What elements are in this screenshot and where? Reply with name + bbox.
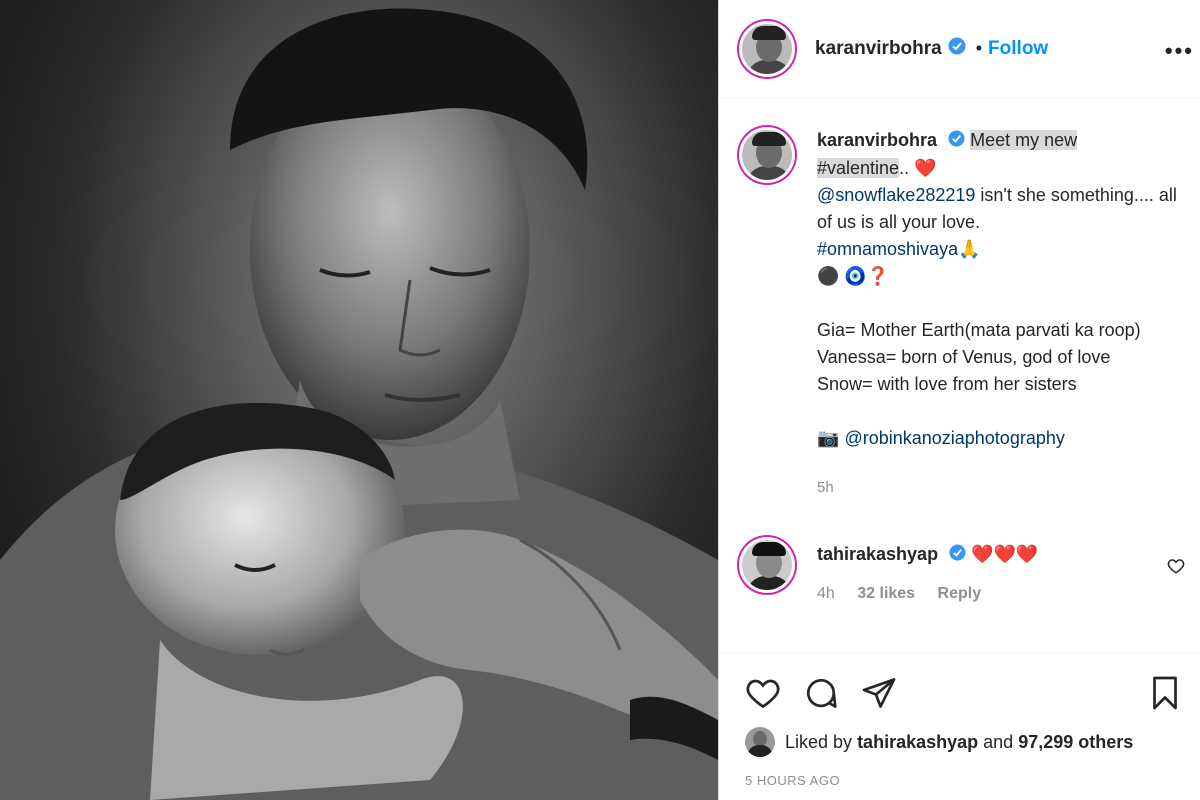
- liked-by-user[interactable]: tahirakashyap: [857, 732, 978, 753]
- comment-text: ❤️❤️❤️: [971, 543, 1039, 564]
- commenter-username[interactable]: tahirakashyap: [817, 544, 938, 564]
- photo-credit-link[interactable]: @robinkanoziaphotography: [844, 428, 1064, 448]
- emoji-row: ⚫ 🧿❓: [817, 265, 890, 286]
- mention-link[interactable]: @snowflake282219: [817, 185, 975, 205]
- caption-highlight: Meet my new: [970, 130, 1078, 150]
- comment-meta: 4h 32 likes Reply: [817, 585, 1181, 603]
- liked-by-count[interactable]: 97,299 others: [1018, 732, 1133, 753]
- post-header: karanvirbohra • Follow •••: [719, 0, 1200, 98]
- verified-icon: [948, 37, 966, 60]
- comment-like-icon[interactable]: [1167, 557, 1185, 580]
- liked-by: Liked by tahirakashyap and 97,299 others: [745, 727, 1133, 757]
- instagram-post-view: karanvirbohra • Follow ••• karanvirbohra…: [0, 0, 1200, 800]
- camera-emoji: 📷: [817, 427, 840, 448]
- more-icon[interactable]: •••: [1165, 38, 1194, 64]
- liked-by-prefix: Liked by: [785, 731, 853, 752]
- share-icon[interactable]: [861, 675, 897, 716]
- separator-dot: •: [975, 38, 983, 58]
- post-photo[interactable]: [0, 0, 718, 800]
- caption-time[interactable]: 5h: [817, 474, 1177, 501]
- heart-icon[interactable]: [745, 675, 781, 716]
- bookmark-icon[interactable]: [1147, 675, 1183, 716]
- action-icons: [745, 675, 897, 716]
- verified-icon: [949, 542, 966, 569]
- post-sidebar: karanvirbohra • Follow ••• karanvirbohra…: [718, 0, 1200, 800]
- comment-item: tahirakashyap ❤️❤️❤️ 4h 32 likes Reply: [719, 501, 1200, 603]
- follow-button[interactable]: Follow: [988, 38, 1048, 60]
- liked-by-and: and: [983, 731, 1014, 752]
- author-avatar[interactable]: [739, 20, 795, 77]
- reply-button[interactable]: Reply: [938, 585, 982, 602]
- comment-likes[interactable]: 32 likes: [857, 585, 915, 602]
- comments-area[interactable]: karanvirbohra Meet my new #valentine.. ❤…: [719, 99, 1200, 652]
- author-username[interactable]: karanvirbohra: [815, 38, 942, 60]
- comment-icon[interactable]: [803, 675, 839, 716]
- liker-avatar[interactable]: [745, 727, 775, 757]
- caption-text: karanvirbohra Meet my new #valentine.. ❤…: [817, 127, 1177, 501]
- caption-vanessa: Vanessa= born of Venus, god of love: [817, 346, 1111, 367]
- caption: karanvirbohra Meet my new #valentine.. ❤…: [719, 99, 1200, 501]
- verified-icon: [948, 128, 965, 155]
- hashtag-link[interactable]: #omnamoshivaya: [817, 239, 958, 259]
- caption-username[interactable]: karanvirbohra: [817, 130, 937, 150]
- caption-snow: Snow= with love from her sisters: [817, 373, 1077, 394]
- caption-gia: Gia= Mother Earth(mata parvati ka roop): [817, 319, 1141, 340]
- pray-emoji: 🙏: [958, 238, 981, 259]
- post-actions: Liked by tahirakashyap and 97,299 others…: [719, 652, 1200, 800]
- post-timestamp[interactable]: 5 HOURS AGO: [745, 773, 840, 788]
- comment-time[interactable]: 4h: [817, 585, 835, 602]
- caption-avatar[interactable]: [739, 127, 795, 183]
- photo-illustration: [0, 8, 718, 800]
- caption-ellipsis: ..: [899, 157, 910, 178]
- valentine-hashtag[interactable]: #valentine: [817, 157, 900, 178]
- commenter-avatar[interactable]: [739, 536, 795, 593]
- heart-emoji: ❤️: [914, 157, 937, 178]
